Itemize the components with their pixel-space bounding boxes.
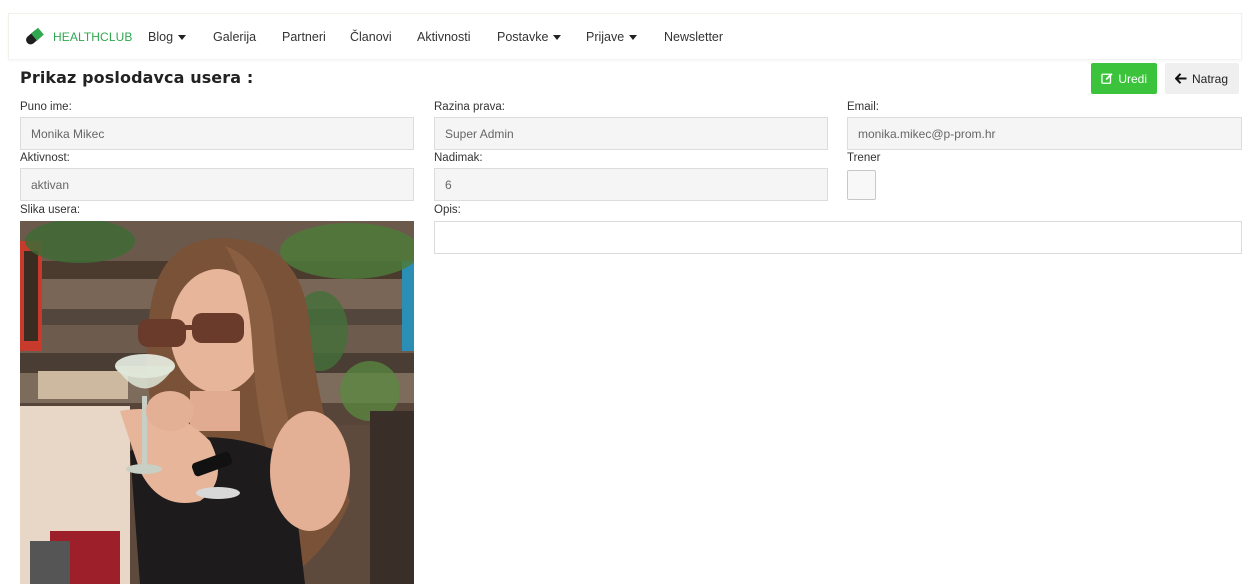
nav-item-partneri[interactable]: Partneri [282, 30, 326, 44]
caret-down-icon [629, 35, 638, 40]
description-field[interactable] [434, 221, 1242, 254]
nickname-label: Nadimak: [434, 152, 483, 164]
nickname-field[interactable]: 6 [434, 168, 828, 201]
nav-item-label: Newsletter [664, 30, 724, 44]
brand-link[interactable]: HEALTHCLUB [23, 26, 132, 48]
activity-label: Aktivnost: [20, 152, 70, 164]
nav-item-label: Članovi [350, 30, 392, 44]
back-button-label: Natrag [1192, 71, 1229, 86]
activity-value: aktivan [31, 177, 70, 192]
full-name-value: Monika Mikec [31, 126, 105, 141]
full-name-label: Puno ime: [20, 101, 72, 113]
nav-item-galerija[interactable]: Galerija [213, 30, 256, 44]
nav-item-clanovi[interactable]: Članovi [350, 30, 392, 44]
nav-item-blog[interactable]: Blog [148, 30, 187, 44]
top-navbar: HEALTHCLUB Blog Galerija Partneri Članov… [8, 13, 1242, 60]
email-field[interactable]: monika.mikec@p-prom.hr [847, 117, 1242, 150]
photo-label: Slika usera: [20, 204, 81, 216]
nav-item-postavke[interactable]: Postavke [497, 30, 562, 44]
caret-down-icon [178, 35, 187, 40]
nav-item-prijave[interactable]: Prijave [586, 30, 638, 44]
description-label: Opis: [434, 204, 461, 216]
role-field[interactable]: Super Admin [434, 117, 828, 150]
trainer-checkbox[interactable] [847, 170, 876, 200]
nav-item-label: Galerija [213, 30, 257, 44]
back-button[interactable]: Natrag [1165, 63, 1239, 94]
nav-item-label: Prijave [586, 30, 625, 44]
arrow-left-icon [1175, 73, 1187, 84]
activity-field[interactable]: aktivan [20, 168, 414, 201]
user-photo [20, 221, 414, 584]
healthclub-logo-icon [26, 27, 44, 45]
caret-down-icon [553, 35, 562, 40]
nickname-value: 6 [445, 177, 452, 192]
brand-name: HEALTHCLUB [53, 30, 133, 44]
edit-icon [1101, 73, 1113, 84]
edit-button[interactable]: Uredi [1091, 63, 1157, 94]
email-value: monika.mikec@p-prom.hr [858, 126, 996, 141]
role-label: Razina prava: [434, 101, 505, 113]
nav-item-newsletter[interactable]: Newsletter [664, 30, 723, 44]
full-name-field[interactable]: Monika Mikec [20, 117, 414, 150]
nav-item-aktivnosti[interactable]: Aktivnosti [417, 30, 471, 44]
nav-item-label: Partneri [282, 30, 326, 44]
role-value: Super Admin [445, 126, 514, 141]
nav-item-label: Blog [148, 30, 174, 44]
email-label: Email: [847, 101, 879, 113]
user-photo-image [20, 221, 414, 584]
nav-item-label: Postavke [497, 30, 549, 44]
edit-button-label: Uredi [1118, 71, 1147, 86]
trainer-label: Trener [847, 152, 881, 164]
nav-item-label: Aktivnosti [417, 30, 471, 44]
page-title: Prikaz poslodavca usera : [20, 68, 254, 87]
